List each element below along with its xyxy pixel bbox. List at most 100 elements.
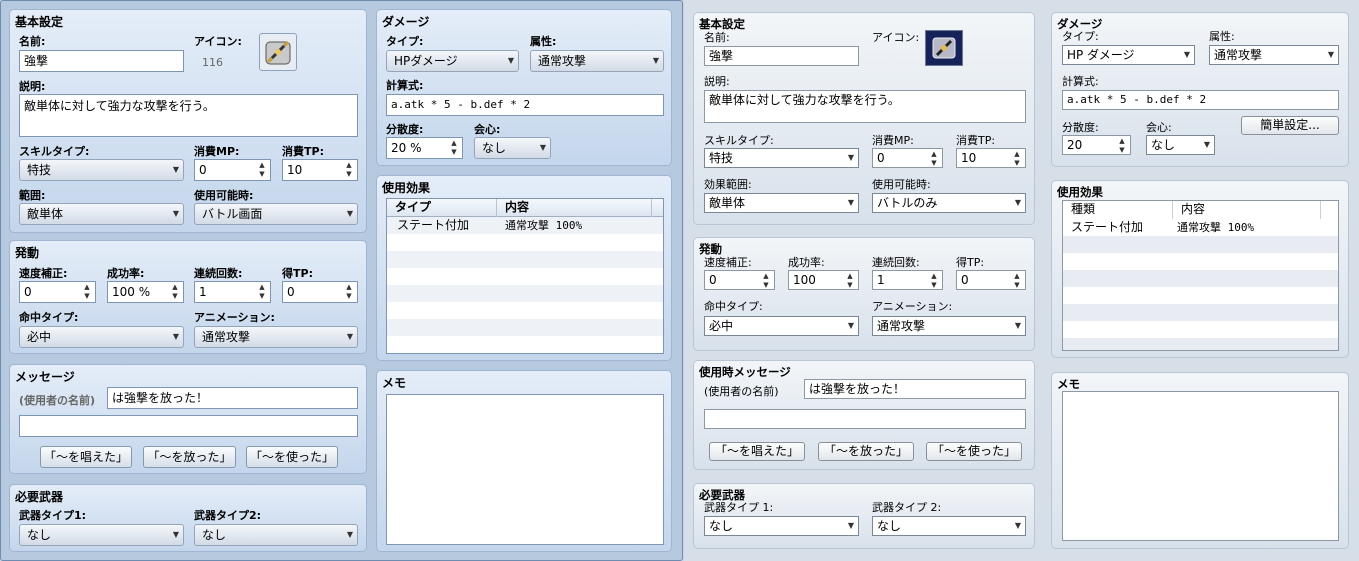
sword-skill-icon[interactable]	[925, 30, 963, 66]
formula-input[interactable]: a.atk * 5 - b.def * 2	[386, 94, 664, 116]
table-row[interactable]	[1063, 338, 1338, 350]
formula-input[interactable]: a.atk * 5 - b.def * 2	[1062, 90, 1339, 110]
spin-arrows-icon[interactable]: ▲ ▼	[256, 161, 268, 179]
critical-select[interactable]: なし ▼	[1146, 135, 1215, 155]
weapon-type1-select[interactable]: なし ▼	[19, 524, 184, 546]
skill-type-select[interactable]: 特技 ▼	[704, 148, 859, 168]
table-row[interactable]	[387, 336, 663, 353]
repeat-stepper[interactable]: 1 ▲ ▼	[872, 270, 943, 290]
hit-type-select[interactable]: 必中 ▼	[19, 326, 184, 348]
table-row[interactable]	[387, 268, 663, 285]
sword-skill-icon[interactable]	[259, 33, 297, 71]
message-line2-input[interactable]	[704, 409, 1026, 429]
spin-arrows-icon[interactable]: ▲ ▼	[256, 283, 268, 301]
repeat-stepper[interactable]: 1 ▲ ▼	[194, 281, 271, 303]
mp-cost-stepper[interactable]: 0 ▲ ▼	[872, 148, 943, 168]
spin-arrows-icon[interactable]: ▲ ▼	[1116, 137, 1128, 154]
used-button[interactable]: 「〜を使った」	[246, 446, 338, 468]
message-line1-input[interactable]: は強撃を放った！	[804, 379, 1026, 399]
message-group: メッセージ (使用者の名前) は強撃を放った！ 「〜を唱えた」 「〜を放った」 …	[9, 364, 367, 474]
success-stepper[interactable]: 100 ▲ ▼	[788, 270, 859, 290]
memo-textarea[interactable]	[386, 394, 664, 545]
group-title: メモ	[382, 376, 407, 390]
success-stepper[interactable]: 100 % ▲ ▼	[107, 281, 184, 303]
message-line2-input[interactable]	[19, 415, 358, 437]
simple-settings-button[interactable]: 簡単設定...	[1241, 116, 1339, 135]
memo-textarea[interactable]	[1062, 391, 1339, 541]
table-row[interactable]	[1063, 253, 1338, 270]
spin-arrows-icon[interactable]: ▲ ▼	[169, 283, 181, 301]
occasion-label: 使用可能時:	[194, 189, 254, 202]
hit-type-select[interactable]: 必中 ▼	[704, 316, 859, 336]
table-row[interactable]	[387, 251, 663, 268]
tp-cost-stepper[interactable]: 10 ▲ ▼	[956, 148, 1026, 168]
spin-arrows-icon[interactable]: ▲ ▼	[928, 150, 940, 167]
spin-arrows-icon[interactable]: ▲ ▼	[760, 272, 772, 289]
damage-type-select[interactable]: HPダメージ ▼	[386, 50, 519, 72]
table-row[interactable]	[1063, 304, 1338, 321]
description-input[interactable]: 敵単体に対して強力な攻撃を行う。	[704, 90, 1026, 123]
variance-stepper[interactable]: 20 ▲ ▼	[1062, 135, 1131, 155]
weapon-type1-select[interactable]: なし ▼	[704, 516, 859, 536]
table-row[interactable]	[1063, 287, 1338, 304]
chanted-button[interactable]: 「〜を唱えた」	[709, 442, 805, 461]
unleashed-button[interactable]: 「〜を放った」	[818, 442, 914, 461]
spin-arrows-icon[interactable]: ▲ ▼	[928, 272, 940, 289]
description-label: 説明:	[19, 80, 46, 93]
name-label: 名前:	[19, 35, 46, 48]
variance-stepper[interactable]: 20 % ▲ ▼	[386, 137, 463, 159]
table-row[interactable]: ステート付加 通常攻撃 100%	[1063, 219, 1338, 236]
tp-cost-stepper[interactable]: 10 ▲ ▼	[282, 159, 358, 181]
effects-table[interactable]: タイプ 内容 ステート付加 通常攻撃 100%	[386, 198, 664, 354]
spin-arrows-icon[interactable]: ▲ ▼	[1011, 272, 1023, 289]
occasion-select[interactable]: バトルのみ ▼	[872, 193, 1026, 213]
spin-arrows-icon[interactable]: ▲ ▼	[81, 283, 93, 301]
weapon-type2-select[interactable]: なし ▼	[872, 516, 1026, 536]
speed-stepper[interactable]: 0 ▲ ▼	[704, 270, 775, 290]
table-row[interactable]	[387, 285, 663, 302]
animation-select[interactable]: 通常攻撃 ▼	[194, 326, 358, 348]
scope-select[interactable]: 敵単体 ▼	[19, 203, 184, 225]
tp-gain-stepper[interactable]: 0 ▲ ▼	[956, 270, 1026, 290]
name-input[interactable]: 強撃	[19, 50, 184, 72]
spin-arrows-icon[interactable]: ▲ ▼	[448, 139, 460, 157]
message-line1-input[interactable]: は強撃を放った！	[107, 387, 358, 409]
damage-group: ダメージ タイプ: HP ダメージ ▼ 属性: 通常攻撃 ▼ 計算式: a.atk …	[1051, 12, 1349, 167]
unleashed-button[interactable]: 「〜を放った」	[143, 446, 236, 468]
column-header-content[interactable]: 内容	[497, 199, 652, 217]
column-header-type[interactable]: タイプ	[387, 199, 497, 217]
tp-gain-stepper[interactable]: 0 ▲ ▼	[282, 281, 358, 303]
column-header-type[interactable]: 種類	[1063, 201, 1173, 219]
column-header-content[interactable]: 内容	[1173, 201, 1321, 219]
element-select[interactable]: 通常攻撃 ▼	[530, 50, 664, 72]
spin-arrows-icon[interactable]: ▲ ▼	[844, 272, 856, 289]
table-row[interactable]	[1063, 236, 1338, 253]
spin-arrows-icon[interactable]: ▲ ▼	[343, 161, 355, 179]
name-input[interactable]: 強撃	[704, 46, 859, 66]
chanted-button[interactable]: 「〜を唱えた」	[40, 446, 132, 468]
formula-label: 計算式:	[386, 79, 424, 92]
group-title: メモ	[1057, 377, 1080, 391]
used-button[interactable]: 「〜を使った」	[926, 442, 1022, 461]
effects-table[interactable]: 種類 内容 ステート付加 通常攻撃 100%	[1062, 200, 1339, 351]
table-row[interactable]	[1063, 321, 1338, 338]
mp-cost-stepper[interactable]: 0 ▲ ▼	[194, 159, 271, 181]
spin-arrows-icon[interactable]: ▲ ▼	[343, 283, 355, 301]
table-row[interactable]	[387, 302, 663, 319]
damage-type-select[interactable]: HP ダメージ ▼	[1062, 45, 1195, 65]
element-select[interactable]: 通常攻撃 ▼	[1209, 45, 1339, 65]
critical-select[interactable]: なし ▼	[474, 137, 551, 159]
description-input[interactable]: 敵単体に対して強力な攻撃を行う。	[19, 94, 358, 137]
weapon-type2-select[interactable]: なし ▼	[194, 524, 358, 546]
spin-arrows-icon[interactable]: ▲ ▼	[1011, 150, 1023, 167]
occasion-select[interactable]: バトル画面 ▼	[194, 203, 358, 225]
animation-select[interactable]: 通常攻撃 ▼	[872, 316, 1026, 336]
skill-type-select[interactable]: 特技 ▼	[19, 159, 184, 181]
table-row[interactable]	[387, 234, 663, 251]
scope-select[interactable]: 敵単体 ▼	[704, 193, 859, 213]
table-row[interactable]	[1063, 270, 1338, 287]
table-row[interactable]	[387, 319, 663, 336]
tp-gain-label: 得TP:	[282, 267, 313, 280]
speed-stepper[interactable]: 0 ▲ ▼	[19, 281, 96, 303]
table-row[interactable]: ステート付加 通常攻撃 100%	[387, 217, 663, 234]
